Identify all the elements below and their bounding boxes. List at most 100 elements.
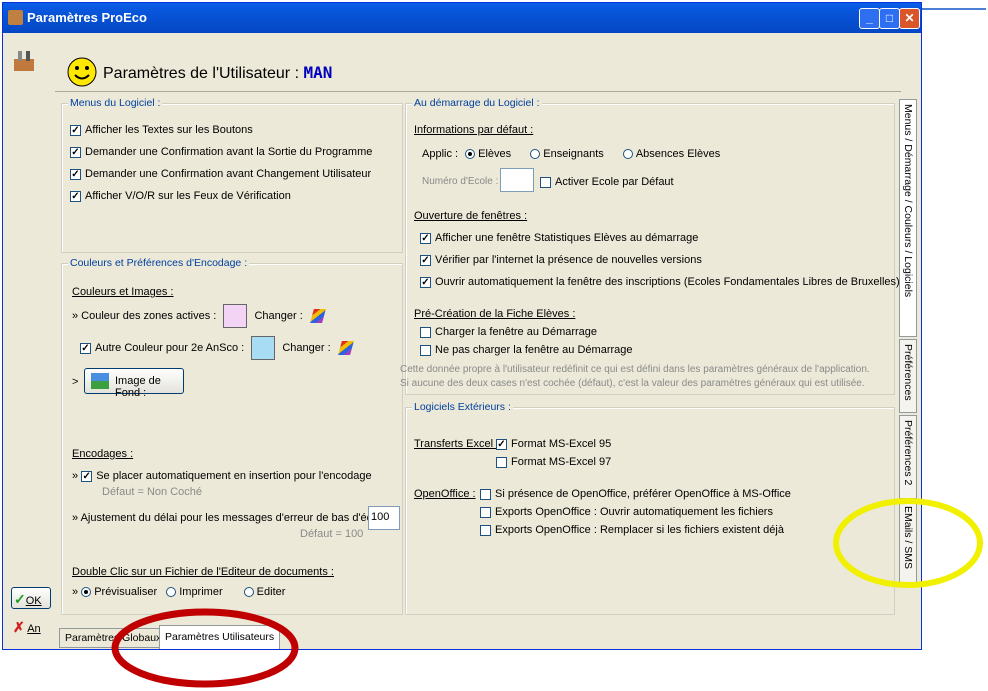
pencil-icon[interactable] xyxy=(309,309,326,323)
excel95-option[interactable]: ✓ Format MS-Excel 95 xyxy=(496,438,611,450)
checkbox[interactable]: ✓ xyxy=(70,124,81,136)
delay-label: » Ajustement du délai pour les messages … xyxy=(72,512,395,524)
close-button[interactable]: ✕ xyxy=(899,8,920,29)
tab-label: Paramètres Utilisateurs xyxy=(165,631,275,643)
menu-option-3[interactable]: ✓ Demander une Confirmation avant Changem… xyxy=(70,168,371,180)
tab-label: Menus / Démarrage / Couleurs / Logiciels xyxy=(902,104,914,298)
image-icon xyxy=(91,373,109,389)
cancel-label: An xyxy=(27,623,41,635)
image-button-label: Image de Fond : xyxy=(115,375,161,399)
demarrage-frame: Au démarrage du Logiciel : Informations … xyxy=(400,97,900,395)
double-click-options: » Prévisualiser Imprimer Editer xyxy=(72,586,286,598)
info-heading: Informations par défaut : xyxy=(414,124,534,136)
insert-option[interactable]: » ✓ Se placer automatiquement en insertio… xyxy=(72,470,372,482)
radio-print[interactable] xyxy=(166,587,177,598)
note-line-1: Cette donnée propre à l'utilisateur redé… xyxy=(400,364,870,375)
checkbox[interactable]: ✓ xyxy=(420,232,431,244)
fenetre-option-1[interactable]: ✓ Afficher une fenêtre Statistiques Elève… xyxy=(420,232,698,244)
ecole-input[interactable] xyxy=(500,168,534,192)
insert-label: Se placer automatiquement en insertion p… xyxy=(96,470,372,482)
title-bar[interactable]: Paramètres ProEco _ □ ✕ xyxy=(3,3,921,33)
openoffice-label: OpenOffice : xyxy=(414,488,476,500)
ecole-default-option[interactable]: Activer Ecole par Défaut xyxy=(540,176,674,188)
change-label: Changer : xyxy=(254,309,303,322)
option-label: Exports OpenOffice : Remplacer si les fi… xyxy=(495,524,784,536)
couleurs-heading: Couleurs et Images : xyxy=(72,286,174,298)
x-icon: ✗ xyxy=(13,619,25,635)
tab-menus-demarrage[interactable]: Menus / Démarrage / Couleurs / Logiciels xyxy=(899,99,917,337)
window-title: Paramètres ProEco xyxy=(27,10,147,25)
tab-label: Préférences 2 xyxy=(902,420,914,486)
option-label: Si présence de OpenOffice, préférer Open… xyxy=(495,488,791,500)
cancel-button[interactable]: ✗ An xyxy=(13,619,41,636)
decorative-line xyxy=(920,8,986,10)
option-label: Vérifier par l'internet la présence de n… xyxy=(435,254,702,266)
tab-parametres-utilisateurs[interactable]: Paramètres Utilisateurs xyxy=(159,625,281,649)
precreation-option-1[interactable]: Charger la fenêtre au Démarrage xyxy=(420,326,597,338)
checkbox[interactable]: ✓ xyxy=(70,190,81,202)
checkbox[interactable]: ✓ xyxy=(420,276,431,288)
checkbox[interactable]: ✓ xyxy=(81,470,93,482)
excel97-option[interactable]: Format MS-Excel 97 xyxy=(496,456,611,468)
settings-window: Paramètres ProEco _ □ ✕ Paramètres de l'… xyxy=(2,2,922,650)
option-label: Demander une Confirmation avant la Sorti… xyxy=(85,146,373,158)
applic-row: Applic : Elèves Enseignants Absences Elè… xyxy=(422,148,720,160)
ansco-color-swatch xyxy=(251,336,276,360)
tab-emails-sms[interactable]: EMails / SMS xyxy=(899,501,917,587)
minimize-button[interactable]: _ xyxy=(859,8,880,29)
checkbox[interactable] xyxy=(480,488,491,500)
delay-default: Défaut = 100 xyxy=(300,528,364,540)
checkbox[interactable] xyxy=(496,456,507,468)
oo-option-2[interactable]: Exports OpenOffice : Ouvrir automatiquem… xyxy=(480,506,773,518)
radio-enseignants[interactable] xyxy=(530,149,541,160)
radio-preview[interactable] xyxy=(81,587,92,598)
exterieurs-legend: Logiciels Extérieurs : xyxy=(412,401,513,413)
checkbox[interactable]: ✓ xyxy=(70,168,81,180)
option-label: Ouvrir automatiquement la fenêtre des in… xyxy=(435,276,900,288)
pencil-icon[interactable] xyxy=(337,341,354,355)
fenetre-option-3[interactable]: ✓ Ouvrir automatiquement la fenêtre des i… xyxy=(420,276,900,288)
active-color-label: » Couleur des zones actives : xyxy=(72,309,217,322)
checkbox[interactable] xyxy=(420,344,431,356)
applic-label: Applic : xyxy=(422,148,459,160)
checkbox[interactable] xyxy=(420,326,431,338)
menu-option-1[interactable]: ✓ Afficher les Textes sur les Boutons xyxy=(70,124,253,136)
ok-button[interactable]: ✓OK xyxy=(11,587,51,609)
fenetre-option-2[interactable]: ✓ Vérifier par l'internet la présence de … xyxy=(420,254,702,266)
eleves-label: Elèves xyxy=(478,148,512,160)
delay-input[interactable]: 100 xyxy=(368,506,400,530)
tab-parametres-globaux[interactable]: Paramètres Globaux xyxy=(59,628,168,648)
bullet-icon: > xyxy=(72,376,79,388)
oo-option-3[interactable]: Exports OpenOffice : Remplacer si les fi… xyxy=(480,524,784,536)
radio-edit[interactable] xyxy=(243,587,254,598)
tab-preferences[interactable]: Préférences xyxy=(899,339,917,413)
tools-icon xyxy=(11,47,37,73)
checkbox[interactable]: ✓ xyxy=(420,254,431,266)
precreation-option-2[interactable]: Ne pas charger la fenêtre au Démarrage xyxy=(420,344,633,356)
page-title: Paramètres de l'Utilisateur : MAN xyxy=(103,63,332,83)
couleurs-legend: Couleurs et Préférences d'Encodage : xyxy=(68,257,250,269)
ansco-color-row: ✓ Autre Couleur pour 2e AnSco : Changer : xyxy=(80,336,354,360)
couleurs-frame: Couleurs et Préférences d'Encodage : Cou… xyxy=(61,257,403,615)
image-de-fond-button[interactable]: Image de Fond : xyxy=(84,368,184,399)
demarrage-legend: Au démarrage du Logiciel : xyxy=(412,97,542,109)
tab-preferences-2[interactable]: Préférences 2 xyxy=(899,415,917,499)
checkbox[interactable] xyxy=(540,176,551,188)
oo-option-1[interactable]: Si présence de OpenOffice, préférer Open… xyxy=(480,488,791,500)
active-color-row: » Couleur des zones actives : Changer : xyxy=(72,304,326,328)
checkbox[interactable] xyxy=(480,524,491,536)
menu-option-4[interactable]: ✓ Afficher V/O/R sur les Feux de Vérifica… xyxy=(70,190,291,202)
change-label: Changer : xyxy=(282,341,331,354)
checkbox[interactable]: ✓ xyxy=(496,438,507,450)
option-label: Ne pas charger la fenêtre au Démarrage xyxy=(435,344,633,356)
ansco-checkbox[interactable]: ✓ xyxy=(80,342,91,354)
checkbox[interactable]: ✓ xyxy=(70,146,81,158)
tab-label: Préférences xyxy=(902,344,914,401)
radio-absences[interactable] xyxy=(622,149,633,160)
option-label: Afficher les Textes sur les Boutons xyxy=(85,124,253,136)
encodages-heading: Encodages : xyxy=(72,448,134,460)
maximize-button[interactable]: □ xyxy=(879,8,900,29)
checkbox[interactable] xyxy=(480,506,491,518)
radio-eleves[interactable] xyxy=(465,149,476,160)
menu-option-2[interactable]: ✓ Demander une Confirmation avant la Sort… xyxy=(70,146,372,158)
